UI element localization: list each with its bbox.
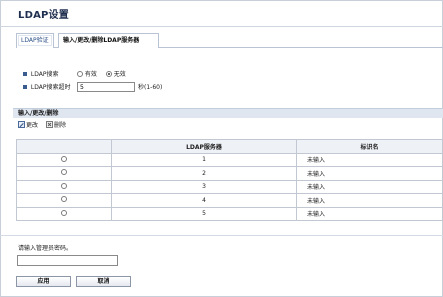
row-select	[16, 193, 112, 208]
row-radio[interactable]	[61, 209, 67, 216]
table-row: 2 未输入	[16, 166, 443, 181]
edit-icon	[18, 121, 25, 128]
row-status: 未输入	[296, 179, 443, 194]
row-status: 未输入	[296, 206, 443, 221]
change-button[interactable]: 更改	[18, 121, 38, 130]
header-identifier: 标识名	[296, 139, 443, 154]
table-row: 5 未输入	[16, 206, 443, 221]
ldap-search-disabled-label: 无效	[113, 71, 126, 78]
tab-strip: LDAP验证 输入/更改/删除LDAP服务器	[16, 33, 443, 48]
ldap-server-table: LDAP服务器 标识名 1 未输入 2 未输入 3 未输入 4 未输入 5 未输…	[16, 139, 443, 221]
row-number: 3	[111, 179, 297, 194]
table-row: 1 未输入	[16, 152, 443, 167]
ldap-search-options: 有效 无效	[77, 69, 126, 80]
row-select	[16, 179, 112, 194]
row-select	[16, 152, 112, 167]
tab-ldap-auth[interactable]: LDAP验证	[16, 33, 54, 48]
ldap-search-row: LDAP搜索	[23, 69, 59, 80]
delete-button[interactable]: 删除	[46, 121, 66, 130]
table-row: 4 未输入	[16, 193, 443, 208]
bottom-divider	[0, 235, 443, 236]
bullet-icon	[23, 71, 27, 76]
row-status: 未输入	[296, 152, 443, 167]
row-number: 5	[111, 206, 297, 221]
ldap-search-enabled-radio[interactable]	[77, 70, 83, 77]
ldap-timeout-label: LDAP搜索超时	[30, 84, 71, 91]
ldap-timeout-input[interactable]	[77, 82, 135, 92]
row-status: 未输入	[296, 193, 443, 208]
row-radio[interactable]	[61, 155, 67, 162]
bullet-icon	[23, 84, 27, 89]
table-header-row: LDAP服务器 标识名	[16, 139, 443, 154]
section-title-bar: 输入/更改/删除	[13, 108, 443, 118]
row-select	[16, 166, 112, 181]
row-status: 未输入	[296, 166, 443, 181]
title-divider	[0, 26, 443, 27]
header-select	[16, 139, 112, 154]
row-radio[interactable]	[61, 169, 67, 176]
delete-icon	[46, 121, 53, 128]
cancel-button[interactable]: 取消	[76, 276, 131, 287]
tab-ldap-server[interactable]: 输入/更改/删除LDAP服务器	[58, 33, 159, 48]
row-radio[interactable]	[61, 196, 67, 203]
row-radio[interactable]	[61, 182, 67, 189]
admin-password-input[interactable]	[17, 255, 118, 266]
table-row: 3 未输入	[16, 179, 443, 194]
row-number: 2	[111, 166, 297, 181]
change-label: 更改	[26, 122, 39, 129]
ldap-search-disabled-radio[interactable]	[105, 70, 112, 77]
row-select	[16, 206, 112, 221]
apply-button[interactable]: 应用	[16, 276, 71, 287]
ldap-timeout-row: LDAP搜索超时	[23, 82, 71, 93]
password-prompt: 请输入管理员密码。	[18, 245, 73, 252]
delete-label: 删除	[54, 122, 67, 129]
row-number: 1	[111, 152, 297, 167]
header-ldap-server: LDAP服务器	[111, 139, 297, 154]
page-title: LDAP设置	[18, 10, 69, 21]
row-number: 4	[111, 193, 297, 208]
ldap-timeout-unit: 秒(1-60)	[138, 84, 163, 91]
ldap-search-label: LDAP搜索	[30, 71, 59, 78]
ldap-search-enabled-label: 有效	[84, 71, 97, 78]
